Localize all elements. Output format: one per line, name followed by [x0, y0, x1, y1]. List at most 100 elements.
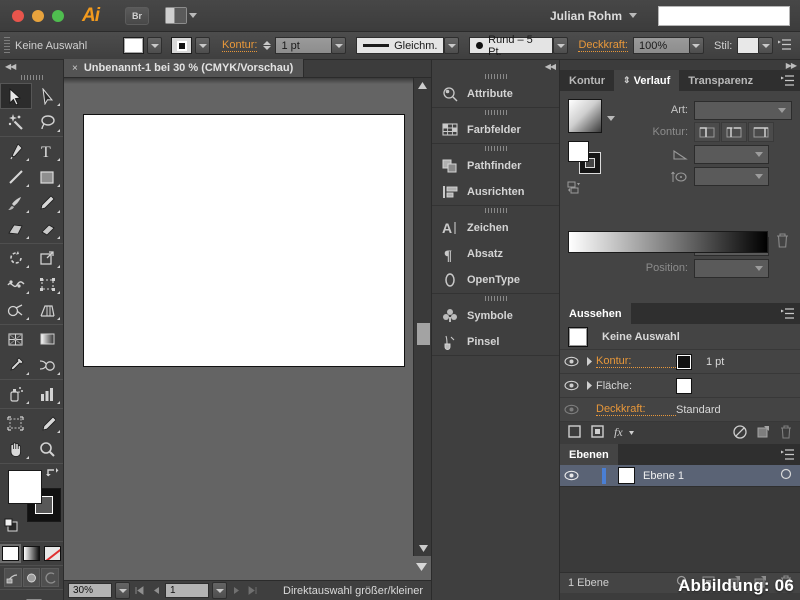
line-segment-tool[interactable]: [0, 164, 32, 190]
layers-list-area[interactable]: [560, 487, 800, 573]
brush-definition-dropdown[interactable]: [553, 37, 569, 54]
blend-tool[interactable]: [32, 352, 64, 378]
appearance-row-opacity[interactable]: Deckkraft: Standard: [560, 398, 800, 422]
dock-item-symbole[interactable]: Symbole: [432, 303, 559, 329]
gradient-presets-dropdown[interactable]: [607, 113, 615, 125]
rotate-tool[interactable]: [0, 245, 32, 271]
artboard-tool[interactable]: [0, 410, 32, 436]
stroke-weight-combo[interactable]: 1 pt: [275, 37, 347, 54]
appearance-row-value[interactable]: 1 pt: [706, 356, 724, 368]
reverse-gradient-icon[interactable]: [567, 181, 584, 198]
fill-swatch-dropdown[interactable]: [147, 37, 162, 54]
delete-stop-icon[interactable]: [776, 233, 789, 251]
panel-menu-icon[interactable]: [781, 308, 795, 322]
dock-item-pathfinder[interactable]: Pathfinder: [432, 153, 559, 179]
eyedropper-tool[interactable]: [0, 352, 32, 378]
tab-transparenz[interactable]: Transparenz: [679, 70, 763, 91]
tab-aussehen[interactable]: Aussehen: [560, 303, 631, 324]
gradient-fill-swatch[interactable]: [568, 99, 602, 133]
shape-builder-tool[interactable]: [0, 297, 32, 323]
swap-fill-stroke-icon[interactable]: [45, 466, 59, 482]
gradient-within-stroke-icon[interactable]: [694, 122, 720, 142]
gradient-aspect-select[interactable]: [694, 166, 769, 186]
zoom-level-dropdown[interactable]: [115, 582, 130, 599]
bridge-button[interactable]: Br: [125, 6, 149, 25]
style-combo[interactable]: [737, 37, 774, 54]
add-new-stroke-icon[interactable]: [568, 425, 581, 441]
gradient-slider[interactable]: [568, 231, 768, 253]
target-circle-icon[interactable]: [780, 468, 792, 483]
chevron-down-icon[interactable]: [629, 13, 637, 18]
first-page-icon[interactable]: [133, 583, 146, 598]
gradient-position-select[interactable]: [694, 258, 769, 278]
gradient-across-stroke-icon[interactable]: [748, 122, 774, 142]
scroll-down-icon[interactable]: [414, 541, 432, 556]
opacity-dropdown[interactable]: [688, 37, 704, 54]
account-area[interactable]: Julian Rohm: [550, 5, 800, 26]
disclosure-triangle-icon[interactable]: [582, 357, 596, 366]
appearance-row-label[interactable]: Fläche:: [596, 380, 676, 392]
eraser-tool[interactable]: [32, 216, 64, 242]
tools-collapse-button[interactable]: ◀◀: [0, 60, 63, 72]
blob-brush-tool[interactable]: [0, 216, 32, 242]
scroll-down-icon[interactable]: [416, 562, 427, 574]
dock-group-grip[interactable]: [432, 108, 559, 117]
appearance-row-label[interactable]: Deckkraft:: [596, 403, 676, 416]
canvas-area[interactable]: [64, 78, 431, 556]
gradient-angle-select[interactable]: [694, 144, 769, 164]
rectangle-tool[interactable]: [32, 164, 64, 190]
dock-item-pinsel[interactable]: Pinsel: [432, 329, 559, 355]
appearance-row-stroke[interactable]: Kontur: 1 pt: [560, 350, 800, 374]
window-controls[interactable]: [0, 9, 64, 22]
gradient-fill-box[interactable]: [568, 141, 589, 162]
close-window-button[interactable]: [12, 9, 24, 22]
color-mode-button[interactable]: [0, 542, 21, 565]
opacity-combo[interactable]: 100%: [632, 37, 704, 54]
visibility-eye-icon[interactable]: [560, 470, 582, 481]
dock-group-grip[interactable]: [432, 294, 559, 303]
zoom-tool[interactable]: [32, 436, 64, 462]
dock-item-farbfelder[interactable]: Farbfelder: [432, 117, 559, 143]
draw-inside-button[interactable]: [41, 568, 60, 587]
fill-color-chip[interactable]: [676, 377, 692, 394]
stroke-weight-dropdown[interactable]: [331, 37, 347, 54]
dock-item-ausrichten[interactable]: Ausrichten: [432, 179, 559, 205]
delete-item-icon[interactable]: [780, 424, 792, 442]
paintbrush-tool[interactable]: [0, 190, 32, 216]
visibility-eye-icon[interactable]: [560, 356, 582, 367]
gradient-along-stroke-icon[interactable]: [721, 122, 747, 142]
next-page-icon[interactable]: [230, 583, 243, 598]
width-tool[interactable]: [0, 271, 32, 297]
dock-expand-button[interactable]: ◀◀: [432, 60, 559, 72]
scroll-up-icon[interactable]: [414, 78, 431, 93]
last-page-icon[interactable]: [246, 583, 259, 598]
tab-kontur[interactable]: Kontur: [560, 70, 615, 91]
stroke-color-swatch[interactable]: [171, 37, 192, 54]
perspective-grid-tool[interactable]: [32, 297, 64, 323]
fill-color-box[interactable]: [8, 470, 42, 504]
brush-definition-combo[interactable]: Rund – 5 Pt.: [469, 34, 569, 58]
style-swatch[interactable]: [737, 37, 759, 54]
control-bar-grip[interactable]: [4, 36, 10, 55]
panel-menu-icon[interactable]: [781, 449, 795, 463]
layer-row[interactable]: Ebene 1: [560, 465, 800, 487]
dock-group-grip[interactable]: [432, 144, 559, 153]
visibility-eye-icon[interactable]: [560, 404, 582, 415]
stroke-swatch-dropdown[interactable]: [195, 37, 210, 54]
gradient-tool[interactable]: [32, 326, 64, 352]
symbol-sprayer-tool[interactable]: [0, 381, 32, 407]
none-mode-button[interactable]: [42, 542, 63, 565]
duplicate-item-icon[interactable]: [757, 425, 770, 441]
default-fill-stroke-icon[interactable]: [4, 518, 18, 535]
gradient-type-select[interactable]: [694, 100, 792, 120]
tab-verlauf[interactable]: ⇕ Verlauf: [614, 70, 680, 91]
stroke-color-chip[interactable]: [676, 353, 692, 370]
opacity-label[interactable]: Deckkraft:: [578, 39, 628, 52]
tab-ebenen[interactable]: Ebenen: [560, 444, 618, 465]
close-tab-icon[interactable]: ×: [72, 63, 78, 74]
control-bar-menu-icon[interactable]: [778, 38, 792, 53]
stroke-profile-dropdown[interactable]: [444, 37, 460, 54]
artboard-navigation-dropdown[interactable]: [212, 582, 227, 599]
disclosure-triangle-icon[interactable]: [582, 381, 596, 390]
lasso-tool[interactable]: [32, 109, 64, 135]
